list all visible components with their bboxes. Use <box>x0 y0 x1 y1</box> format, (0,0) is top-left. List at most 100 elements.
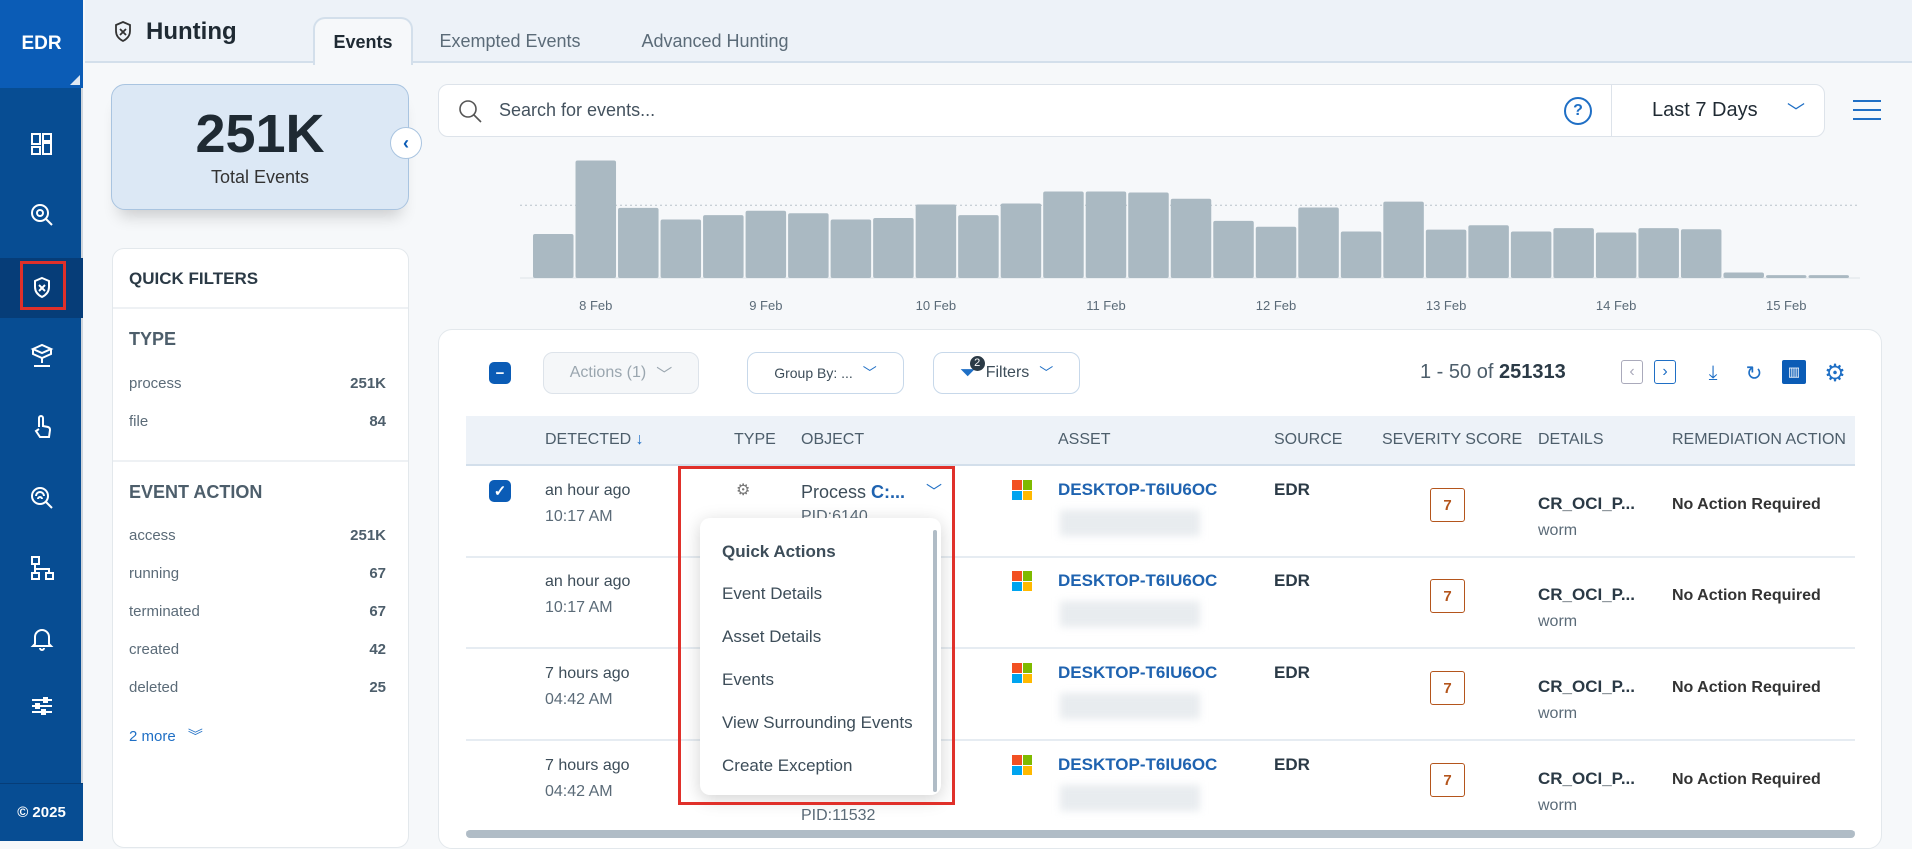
column-header[interactable]: REMEDIATION ACTION <box>1672 431 1846 449</box>
search-input[interactable] <box>499 85 1559 136</box>
refresh-icon[interactable]: ↻ <box>1741 360 1767 386</box>
histogram-bar[interactable] <box>915 204 957 278</box>
histogram-bar[interactable] <box>1723 272 1764 278</box>
download-icon[interactable]: ⤓ <box>1700 360 1726 386</box>
histogram-bar[interactable] <box>575 160 617 278</box>
histogram-bar[interactable] <box>1383 201 1424 278</box>
next-page-button[interactable]: › <box>1654 360 1676 384</box>
tab-exempted-events[interactable]: Exempted Events <box>425 17 595 65</box>
histogram-bar[interactable] <box>703 215 744 278</box>
histogram-bar[interactable] <box>1255 226 1297 278</box>
sidebar-item-dashboard[interactable] <box>0 114 83 174</box>
sidebar-item-bell[interactable] <box>0 608 83 668</box>
tab-advanced-hunting[interactable]: Advanced Hunting <box>620 17 810 65</box>
sidebar-item-touch[interactable] <box>0 397 83 457</box>
show-more-link[interactable]: 2 more ︾ <box>129 725 203 746</box>
details-name[interactable]: CR_OCI_P... <box>1538 494 1635 514</box>
details-name[interactable]: CR_OCI_P... <box>1538 769 1635 789</box>
filter-option[interactable]: file 84 <box>129 413 386 430</box>
histogram-bar[interactable] <box>1170 198 1212 278</box>
horizontal-scrollbar[interactable] <box>466 830 1855 838</box>
actions-dropdown[interactable]: Actions (1) ﹀ <box>543 352 699 394</box>
filters-button[interactable]: ⏷ 2 Filters ﹀ <box>933 352 1080 394</box>
divider <box>113 460 408 462</box>
histogram-bar[interactable] <box>1595 232 1637 278</box>
sidebar-item-network-assets[interactable] <box>0 326 83 386</box>
histogram-bar[interactable] <box>1340 231 1382 278</box>
table-row[interactable]: an hour ago 10:17 AM DESKTOP-T6IU6OC EDR… <box>466 557 1855 649</box>
histogram-bar[interactable] <box>873 218 914 278</box>
quick-filters-panel: QUICK FILTERS TYPE process 251K file 84 EVE… <box>112 248 409 848</box>
histogram-bar[interactable] <box>1000 203 1042 278</box>
column-header[interactable]: TYPE <box>734 431 776 449</box>
histogram-bar[interactable] <box>1680 229 1722 278</box>
sidebar-item-sliders[interactable] <box>0 676 83 736</box>
histogram-bar[interactable] <box>1468 225 1509 278</box>
filter-option[interactable]: deleted 25 <box>129 679 386 696</box>
filter-option-count: 42 <box>369 641 386 658</box>
column-header[interactable]: DETAILS <box>1538 431 1604 449</box>
hierarchy-icon <box>30 556 54 580</box>
histogram-bar[interactable] <box>1085 191 1127 278</box>
page-title: Hunting <box>110 18 237 46</box>
date-range-dropdown[interactable]: Last 7 Days ﹀ <box>1611 85 1825 136</box>
windows-icon <box>1012 663 1032 683</box>
filter-option[interactable]: process 251K <box>129 375 386 392</box>
column-header[interactable]: SEVERITY SCORE <box>1382 431 1522 449</box>
help-icon[interactable]: ? <box>1564 97 1592 125</box>
histogram-bar[interactable] <box>788 213 829 278</box>
details-name[interactable]: CR_OCI_P... <box>1538 585 1635 605</box>
histogram-bar[interactable] <box>533 234 574 278</box>
histogram-bar[interactable] <box>1765 275 1807 278</box>
filter-option[interactable]: running 67 <box>129 565 386 582</box>
histogram-bar[interactable] <box>1808 275 1849 278</box>
histogram-bar[interactable] <box>1128 192 1169 278</box>
column-header[interactable]: OBJECT <box>801 431 864 449</box>
details-name[interactable]: CR_OCI_P... <box>1538 677 1635 697</box>
histogram-bar[interactable] <box>1298 207 1339 278</box>
table-row[interactable]: 7 hours ago 04:42 AM PID:11532 DESKTOP-T… <box>466 741 1855 833</box>
asset-link[interactable]: DESKTOP-T6IU6OC <box>1058 480 1217 500</box>
select-all-checkbox[interactable]: − <box>489 362 511 384</box>
histogram-bar[interactable] <box>745 210 787 278</box>
histogram-bar[interactable] <box>660 219 702 278</box>
quick-filters-title: QUICK FILTERS <box>129 269 259 288</box>
tab-events[interactable]: Events <box>313 17 413 65</box>
touch-icon <box>34 415 51 438</box>
histogram-bar[interactable] <box>1553 228 1594 278</box>
sidebar-item-threat-search[interactable] <box>0 185 83 245</box>
row-checkbox[interactable]: ✓ <box>489 480 511 502</box>
histogram-bar[interactable] <box>830 219 872 278</box>
histogram-bar[interactable] <box>958 215 999 278</box>
table-row[interactable]: ✓ an hour ago 10:17 AM ⚙ Process C:... ﹀… <box>466 466 1855 558</box>
settings-gear-icon[interactable]: ⚙ <box>1822 360 1848 387</box>
detected-relative: 7 hours ago <box>545 757 630 774</box>
column-header[interactable]: DETECTED ↓ <box>545 431 644 449</box>
prev-page-button[interactable]: ‹ <box>1621 360 1643 384</box>
sidebar-item-fingerprint-search[interactable] <box>0 468 83 528</box>
column-header-label: ASSET <box>1058 431 1111 448</box>
chart-toggle-icon[interactable]: ▥ <box>1782 360 1806 384</box>
filter-option[interactable]: terminated 67 <box>129 603 386 620</box>
column-header[interactable]: ASSET <box>1058 431 1110 449</box>
sidebar-item-hierarchy[interactable] <box>0 538 83 598</box>
redacted-asset-detail <box>1060 785 1200 811</box>
histogram-bar[interactable] <box>618 207 659 278</box>
histogram-bar[interactable] <box>1638 228 1679 278</box>
column-header[interactable]: SOURCE <box>1274 431 1342 449</box>
asset-link[interactable]: DESKTOP-T6IU6OC <box>1058 571 1217 591</box>
filter-option[interactable]: access 251K <box>129 527 386 544</box>
asset-link[interactable]: DESKTOP-T6IU6OC <box>1058 663 1217 683</box>
funnel-icon: ⏷ 2 <box>960 355 985 385</box>
histogram-bar[interactable] <box>1510 231 1552 278</box>
collapse-panel-button[interactable]: ‹ <box>390 127 422 159</box>
asset-link[interactable]: DESKTOP-T6IU6OC <box>1058 755 1217 775</box>
group-by-dropdown[interactable]: Group By: ... ﹀ <box>747 352 904 394</box>
histogram-bar[interactable] <box>1213 220 1254 278</box>
histogram-bar[interactable] <box>1043 191 1084 278</box>
filter-option[interactable]: created 42 <box>129 641 386 658</box>
brand-logo[interactable]: EDR <box>0 0 83 88</box>
menu-icon[interactable] <box>1853 100 1881 122</box>
histogram-bar[interactable] <box>1425 229 1467 278</box>
table-row[interactable]: 7 hours ago 04:42 AM DESKTOP-T6IU6OC EDR… <box>466 649 1855 741</box>
